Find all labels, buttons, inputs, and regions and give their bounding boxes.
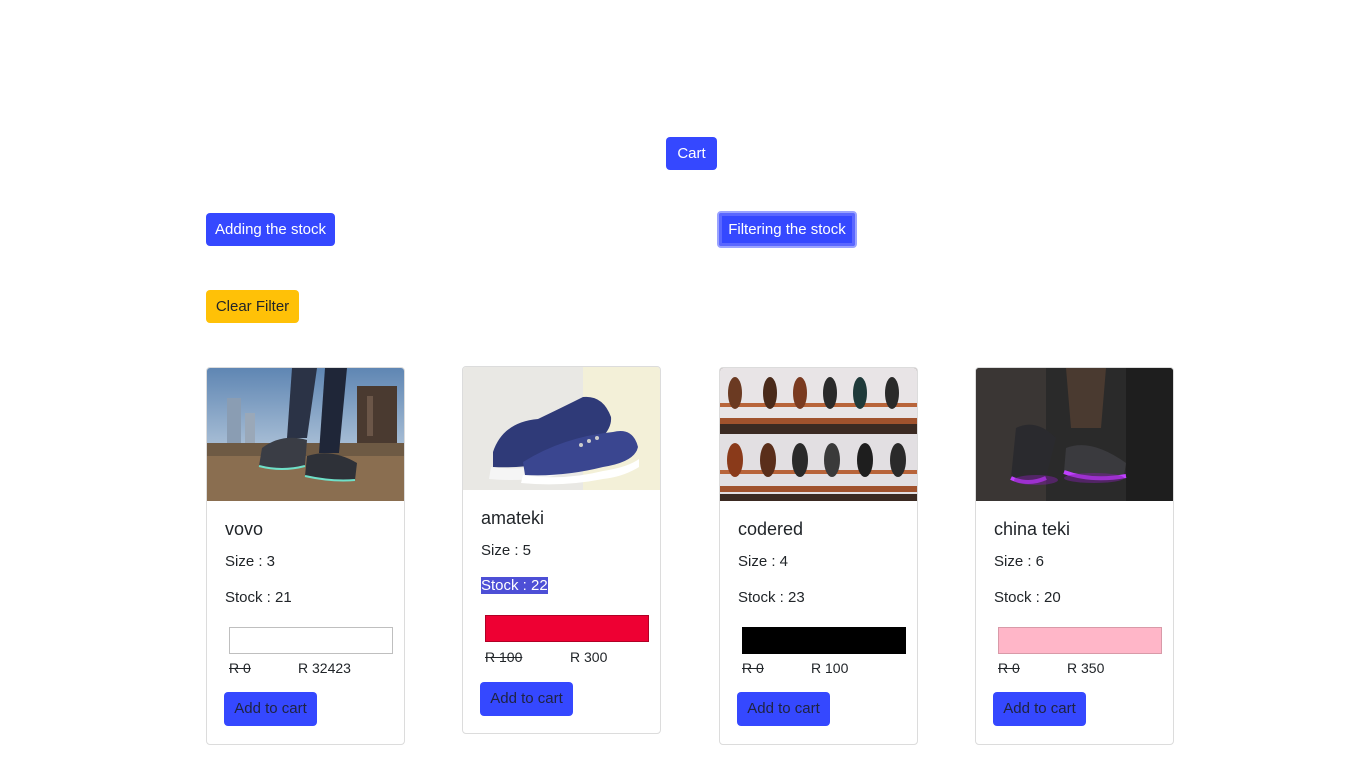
- old-price: R 0: [998, 660, 1020, 676]
- current-price: R 32423: [298, 660, 351, 676]
- product-card: codered Size : 4 Stock : 23 R 0 R 100 Ad…: [719, 367, 918, 745]
- old-price: R 0: [742, 660, 764, 676]
- product-image: [207, 368, 404, 501]
- add-to-cart-label: Add to cart: [234, 700, 307, 717]
- product-image: [720, 368, 917, 501]
- adding-stock-button[interactable]: Adding the stock: [206, 213, 335, 246]
- product-image: [463, 367, 660, 490]
- add-to-cart-label: Add to cart: [490, 690, 563, 707]
- product-size: Size : 3: [225, 553, 276, 570]
- product-size: Size : 5: [481, 542, 532, 559]
- add-to-cart-button[interactable]: Add to cart: [480, 682, 573, 716]
- product-image: [976, 368, 1173, 501]
- product-name: codered: [738, 519, 804, 539]
- color-swatch: [998, 627, 1162, 654]
- color-swatch: [742, 627, 906, 654]
- add-to-cart-label: Add to cart: [1003, 700, 1076, 717]
- product-card: china teki Size : 6 Stock : 20 R 0 R 350…: [975, 367, 1174, 745]
- product-name: china teki: [994, 519, 1071, 539]
- product-card: amateki Size : 5 Stock : 22 R 100 R 300 …: [462, 366, 661, 734]
- product-size: Size : 4: [738, 553, 789, 570]
- filtering-stock-button[interactable]: Filtering the stock: [717, 211, 857, 248]
- product-stock: Stock : 22: [481, 577, 548, 594]
- product-size: Size : 6: [994, 553, 1045, 570]
- product-card: vovo Size : 3 Stock : 21 R 0 R 32423 Add…: [206, 367, 405, 745]
- current-price: R 100: [811, 660, 849, 676]
- add-to-cart-button[interactable]: Add to cart: [993, 692, 1086, 726]
- product-stock: Stock : 20: [994, 589, 1061, 606]
- clear-filter-button[interactable]: Clear Filter: [206, 290, 299, 323]
- current-price: R 300: [570, 649, 608, 665]
- current-price: R 350: [1067, 660, 1105, 676]
- add-to-cart-button[interactable]: Add to cart: [224, 692, 317, 726]
- add-to-cart-button[interactable]: Add to cart: [737, 692, 830, 726]
- old-price: R 0: [229, 660, 251, 676]
- product-name: amateki: [481, 508, 545, 528]
- color-swatch: [485, 615, 649, 642]
- product-stock: Stock : 23: [738, 589, 805, 606]
- old-price: R 100: [485, 649, 523, 665]
- add-to-cart-label: Add to cart: [747, 700, 820, 717]
- product-name: vovo: [225, 519, 264, 539]
- product-stock: Stock : 21: [225, 589, 292, 606]
- cart-button[interactable]: Cart: [666, 137, 717, 170]
- color-swatch: [229, 627, 393, 654]
